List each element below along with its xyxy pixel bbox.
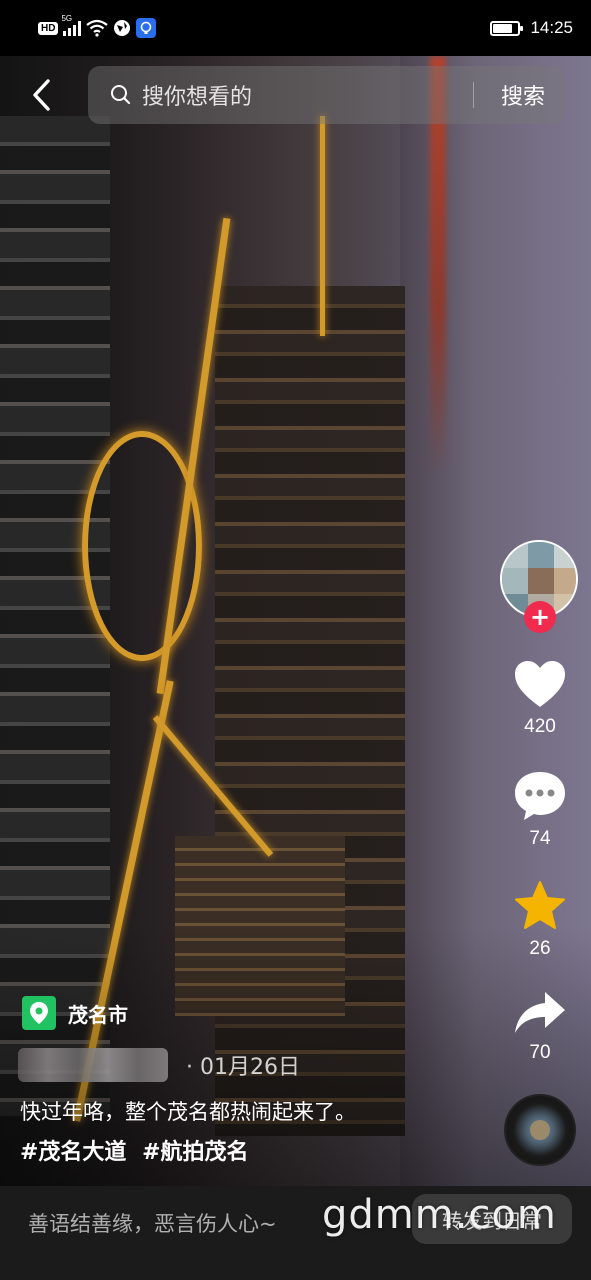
battery-fill <box>493 23 512 33</box>
hashtag-list: #茂名大道 #航拍茂名 <box>20 1134 257 1166</box>
hd-badge: HD <box>38 21 59 35</box>
post-caption: 快过年咯，整个茂名都热闹起来了。 <box>20 1100 356 1124</box>
share-button[interactable]: 70 <box>500 990 580 1064</box>
plus-icon: + <box>529 603 551 631</box>
search-bar[interactable]: 搜你想看的 搜索 <box>88 66 565 124</box>
heart-icon <box>515 661 565 707</box>
favorite-count: 26 <box>529 938 551 959</box>
search-icon <box>111 85 131 105</box>
back-button[interactable] <box>24 74 58 116</box>
status-bar: HD 5G 14:25 <box>0 0 591 56</box>
network-type: 5G <box>61 14 73 23</box>
author-name-blurred[interactable] <box>18 1048 168 1082</box>
post-date: · 01月26日 <box>186 1055 300 1080</box>
watermark: gdmm.com <box>322 1192 557 1238</box>
hashtag[interactable]: #航拍茂名 <box>142 1140 248 1165</box>
author-row: · 01月26日 <box>18 1048 300 1082</box>
share-count: 70 <box>529 1042 551 1063</box>
comment-count: 74 <box>529 828 551 849</box>
cellular-signal-icon: 5G <box>61 14 82 36</box>
hashtag[interactable]: #茂名大道 <box>20 1140 126 1165</box>
clock: 14:25 <box>530 18 573 37</box>
comment-bubble-icon <box>515 772 565 820</box>
like-count: 420 <box>524 716 556 737</box>
search-button[interactable]: 搜索 <box>501 66 545 124</box>
search-input[interactable]: 搜你想看的 <box>142 79 252 111</box>
share-arrow-icon <box>515 992 565 1033</box>
comment-input[interactable]: 善语结善缘，恶言伤人心~ <box>28 1208 277 1238</box>
music-disc[interactable] <box>504 1094 576 1166</box>
location-name: 茂名市 <box>68 1002 128 1027</box>
notification-app-icon <box>136 18 157 38</box>
wifi-icon <box>86 19 109 37</box>
bg-road <box>320 116 325 336</box>
star-icon <box>515 881 565 929</box>
favorite-button[interactable]: 26 <box>500 880 580 960</box>
follow-button[interactable]: + <box>524 601 556 633</box>
location-tag[interactable]: 茂名市 <box>22 996 128 1030</box>
like-button[interactable]: 420 <box>500 660 580 738</box>
comment-button[interactable]: 74 <box>500 770 580 850</box>
location-pin-icon <box>22 996 56 1030</box>
search-divider <box>473 82 474 108</box>
battery-icon <box>490 20 524 36</box>
chevron-left-icon <box>33 79 50 111</box>
browser-globe-icon <box>114 20 131 36</box>
